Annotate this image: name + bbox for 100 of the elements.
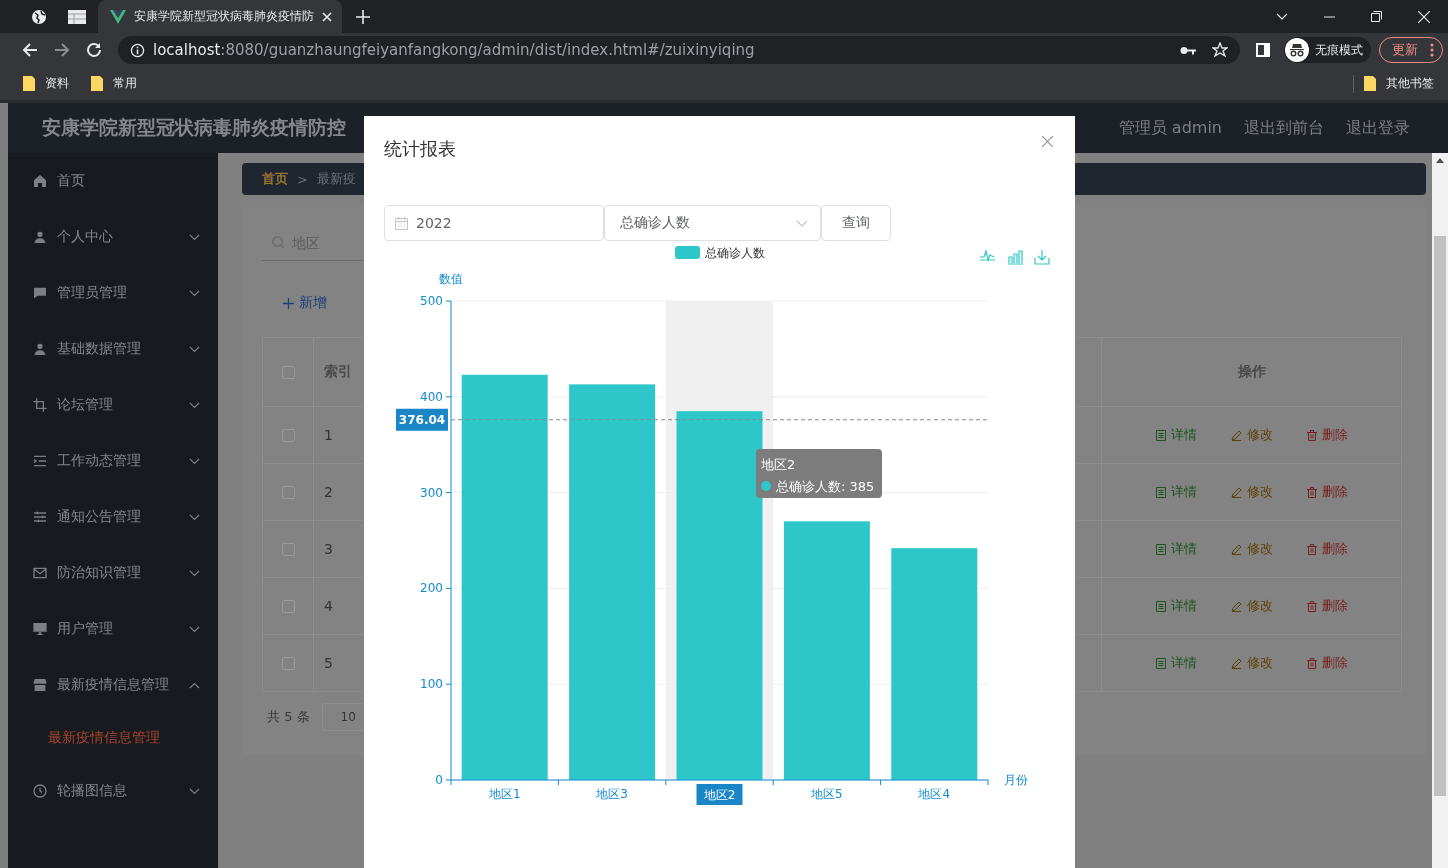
chevron-down-icon [796, 219, 808, 227]
breadcrumb-separator: > [297, 171, 308, 187]
menu-item[interactable]: 轮播图信息 [8, 763, 218, 819]
dialog-title: 统计报表 [384, 137, 456, 161]
total-count: 共 5 条 [267, 708, 310, 726]
breadcrumb-link[interactable]: 最新疫 [316, 170, 356, 188]
menu-item[interactable]: 论坛管理 [8, 377, 218, 433]
header-link[interactable]: 退出登录 [1346, 117, 1410, 139]
menu-item[interactable]: 防治知识管理 [8, 545, 218, 601]
minimize-icon[interactable] [1324, 15, 1335, 18]
restore-icon[interactable] [1371, 11, 1382, 22]
person-icon [32, 341, 48, 357]
submenu-item[interactable]: 最新疫情信息管理 [8, 713, 218, 763]
annotation: 总确诊人数: 385 [775, 479, 875, 494]
axis-title: 数值 [439, 272, 463, 286]
incognito-badge[interactable]: 无痕模式 [1284, 37, 1371, 63]
forward-icon[interactable] [54, 42, 70, 58]
scrollbar-thumb[interactable] [1434, 236, 1446, 796]
trash-icon [1306, 429, 1317, 441]
side-panel-icon[interactable] [1256, 43, 1270, 57]
pencil-icon [1230, 543, 1242, 555]
document-icon [1155, 543, 1166, 555]
clock-icon [32, 783, 48, 799]
breadcrumb-link[interactable]: 首页 [262, 170, 288, 188]
menu-item[interactable]: 用户管理 [8, 601, 218, 657]
tab-title: 安康学院新型冠状病毒肺炎疫情防 [134, 8, 314, 25]
menu-item[interactable]: 基础数据管理 [8, 321, 218, 377]
trash-icon [1306, 600, 1317, 612]
tick-label: 200 [420, 581, 443, 596]
pencil-icon [1230, 486, 1242, 498]
sliders-icon [32, 509, 48, 525]
document-icon [1155, 486, 1166, 498]
chevron-down-icon[interactable] [1276, 12, 1288, 21]
menu-item[interactable]: 最新疫情信息管理 [8, 657, 218, 713]
menu-item[interactable]: 工作动态管理 [8, 433, 218, 489]
tick-label: 400 [420, 389, 443, 404]
monitor-icon [32, 621, 48, 637]
category-label: 地区5 [811, 787, 843, 801]
page-size-select[interactable]: 10 [321, 703, 364, 731]
delete-link[interactable]: 删除 [1306, 654, 1348, 672]
category-label: 地区4 [918, 787, 951, 801]
year-field[interactable]: 2022 [384, 205, 604, 241]
pencil-icon [1230, 600, 1242, 612]
tick-label: 300 [420, 485, 443, 500]
delete-link[interactable]: 删除 [1306, 426, 1348, 444]
chat-icon [32, 285, 48, 301]
column-header: 操作 [1237, 363, 1266, 381]
tick-label: 500 [420, 294, 443, 308]
info-icon [130, 42, 145, 58]
plus-icon [283, 297, 294, 309]
back-icon[interactable] [22, 42, 38, 58]
search-icon [272, 236, 285, 249]
reload-icon[interactable] [86, 42, 102, 58]
legend-item[interactable]: 总确诊人数 [675, 246, 765, 260]
store-icon [32, 677, 48, 693]
bookmark[interactable]: 其他书签 [1364, 75, 1434, 92]
document-icon [1155, 429, 1166, 441]
category-label: 地区2 [696, 784, 743, 805]
pencil-icon [1230, 429, 1242, 441]
edit-link[interactable]: 修改 [1230, 483, 1273, 501]
menu-item[interactable]: 通知公告管理 [8, 489, 218, 545]
pencil-icon [1230, 657, 1242, 669]
folder-icon [1364, 76, 1376, 91]
line-chart-icon[interactable] [979, 248, 996, 263]
delete-link[interactable]: 删除 [1306, 483, 1348, 501]
trash-icon [1306, 486, 1317, 498]
app-title: 安康学院新型冠状病毒肺炎疫情防控 [42, 115, 346, 140]
bar-chart-icon[interactable] [1007, 250, 1024, 265]
query-button[interactable]: 查询 [821, 205, 891, 241]
folder-icon [91, 76, 103, 91]
edit-link[interactable]: 修改 [1230, 426, 1273, 444]
scroll-up-icon[interactable] [1436, 158, 1444, 163]
folder-icon [23, 76, 35, 91]
table-cell: 2 [324, 484, 333, 500]
address-bar[interactable]: localhost:8080/guanzhaungfeiyanfangkong/admin/dist/index.html#/zuixinyiqing [118, 36, 1240, 64]
mail-icon [32, 565, 48, 581]
menu-item[interactable]: 个人中心 [8, 209, 218, 265]
bookmark[interactable]: 资料 [23, 75, 69, 92]
edit-link[interactable]: 修改 [1230, 597, 1273, 615]
star-icon[interactable] [1212, 42, 1228, 58]
key-icon[interactable] [1180, 45, 1196, 55]
plus-icon[interactable] [356, 9, 370, 24]
table-cell: 3 [324, 541, 333, 557]
metric-select[interactable]: 总确诊人数 [604, 205, 821, 241]
add-button[interactable]: 新增 [283, 293, 327, 313]
download-icon[interactable] [1034, 249, 1050, 265]
delete-link[interactable]: 删除 [1306, 597, 1348, 615]
sheet-icon [68, 9, 86, 24]
column-header: 索引 [324, 363, 352, 381]
browser-tab[interactable]: 安康学院新型冠状病毒肺炎疫情防 [98, 0, 342, 33]
legend-label: 总确诊人数 [704, 246, 765, 260]
menu-item[interactable]: 首页 [8, 153, 218, 209]
annotation: 地区2 [760, 457, 796, 472]
edit-link[interactable]: 修改 [1230, 654, 1273, 672]
edit-link[interactable]: 修改 [1230, 540, 1273, 558]
bookmark[interactable]: 常用 [91, 75, 137, 92]
delete-link[interactable]: 删除 [1306, 540, 1348, 558]
user-name: 管理员 admin [1118, 117, 1222, 139]
menu-item[interactable]: 管理员管理 [8, 265, 218, 321]
header-link[interactable]: 退出到前台 [1244, 117, 1324, 139]
